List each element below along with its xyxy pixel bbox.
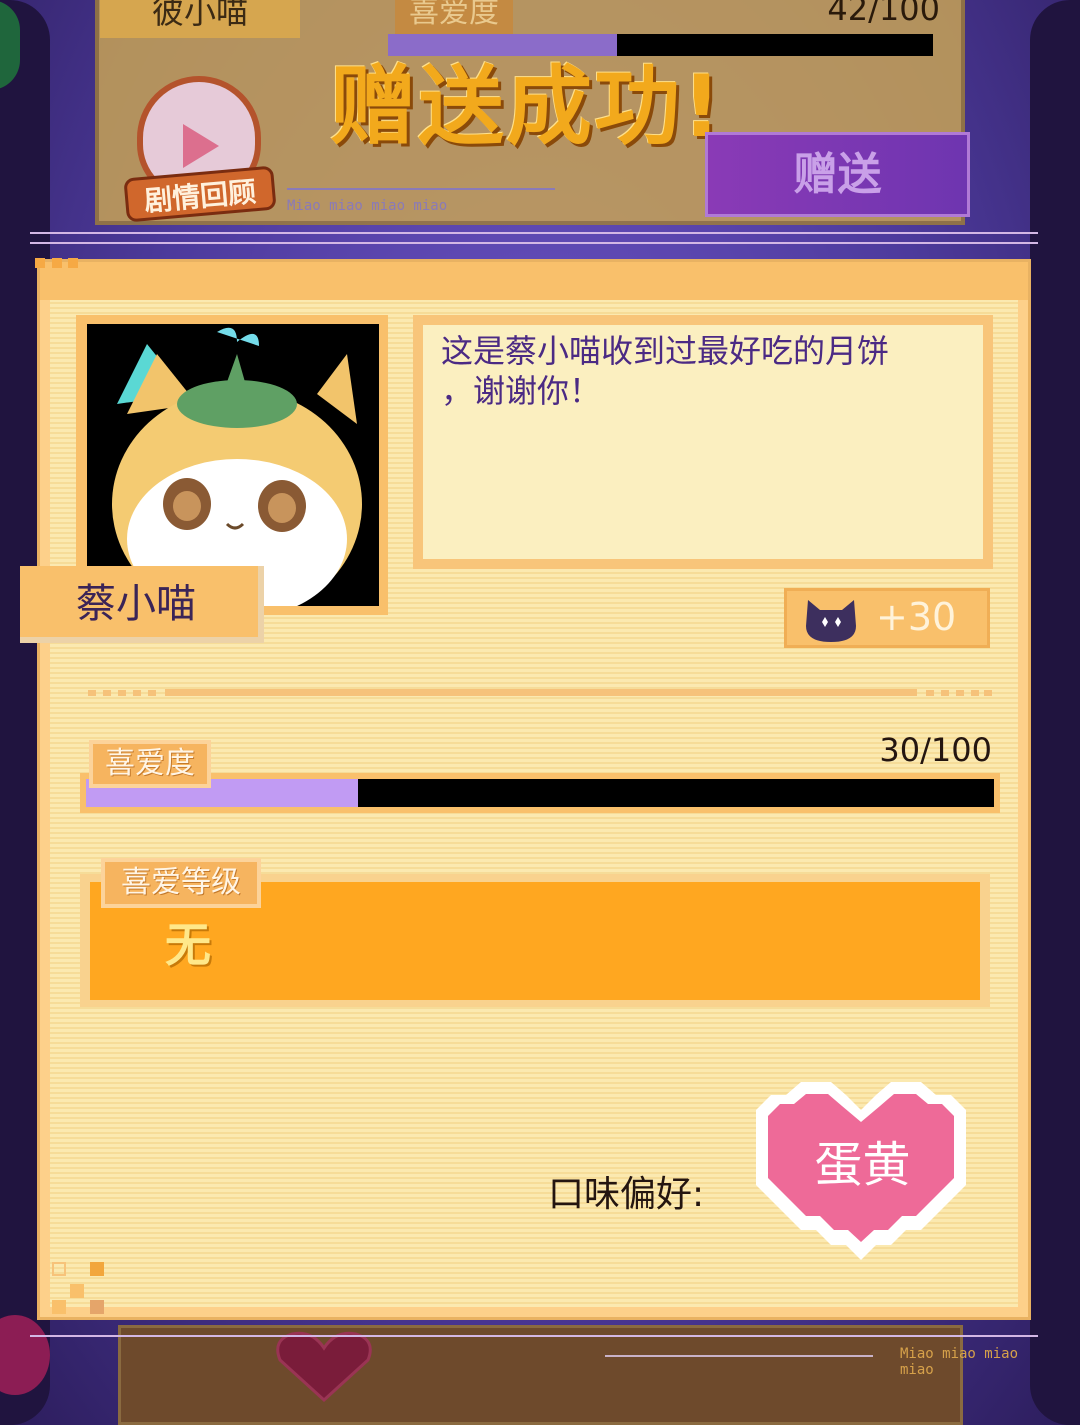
- dialogue-line-2: ，谢谢你！: [441, 372, 602, 410]
- divider-dot: [148, 690, 156, 696]
- bottom-caption: Miao miao miao miao: [900, 1346, 1019, 1378]
- corner-pixel-deco: [90, 1300, 104, 1314]
- background-divider-line: [287, 188, 555, 190]
- divider-dot: [956, 690, 964, 696]
- section-divider: [165, 689, 917, 696]
- pixel-deco: [35, 258, 45, 268]
- divider-dot: [133, 690, 141, 696]
- background-caption: Miao miao miao miao: [287, 198, 448, 214]
- affinity-score: 30/100: [879, 731, 992, 769]
- play-icon: [183, 124, 219, 168]
- corner-pixel-deco: [70, 1284, 84, 1298]
- locked-heart-icon: [272, 1330, 376, 1403]
- cat-portrait-illustration: [87, 324, 379, 606]
- divider-dot: [103, 690, 111, 696]
- pixel-deco: [68, 258, 78, 268]
- divider-dot: [926, 690, 934, 696]
- corner-pixel-deco: [52, 1300, 66, 1314]
- dialogue-line-1: 这是蔡小喵收到过最好吃的月饼: [441, 332, 890, 370]
- character-portrait: [87, 324, 379, 606]
- corner-pixel-deco: [52, 1262, 66, 1276]
- background-affinity-score: 42/100: [827, 0, 940, 28]
- right-edge-decoration: [1030, 0, 1080, 1425]
- affinity-level-value: 无: [165, 918, 211, 972]
- divider-dot: [118, 690, 126, 696]
- divider-dot: [88, 690, 96, 696]
- divider-dot: [984, 690, 992, 696]
- affinity-label: 喜爱度: [89, 740, 211, 788]
- bottom-divider-line: [605, 1355, 873, 1357]
- background-character-name: 彼小喵: [100, 0, 300, 38]
- affinity-bar: [86, 779, 994, 807]
- gift-success-title: 赠送成功!: [330, 57, 724, 157]
- dialogue-text: 这是蔡小喵收到过最好吃的月饼 ，谢谢你！: [441, 331, 961, 451]
- story-review-button[interactable]: 剧情回顾: [123, 72, 277, 223]
- heart-shape: [276, 1331, 372, 1403]
- character-name-plate: 蔡小喵: [20, 566, 264, 643]
- card-header-strip: [40, 262, 1028, 300]
- frame-line-bottom: [30, 1335, 1038, 1337]
- frame-line-top-2: [30, 242, 1038, 244]
- background-affinity-label: 喜爱度: [395, 0, 513, 36]
- gift-button[interactable]: 赠送: [705, 132, 970, 217]
- corner-pixel-deco: [90, 1262, 104, 1276]
- cat-face-icon: [802, 592, 860, 644]
- taste-preference-label: 口味偏好:: [548, 1174, 705, 1215]
- affinity-level-label: 喜爱等级: [101, 858, 261, 908]
- divider-dot: [971, 690, 979, 696]
- taste-preference-value: 蛋黄: [814, 1137, 911, 1193]
- pixel-deco: [52, 258, 62, 268]
- divider-dot: [941, 690, 949, 696]
- frame-line-top: [30, 232, 1038, 234]
- reward-amount: +30: [876, 595, 957, 639]
- background-bottom-panel: [118, 1325, 963, 1425]
